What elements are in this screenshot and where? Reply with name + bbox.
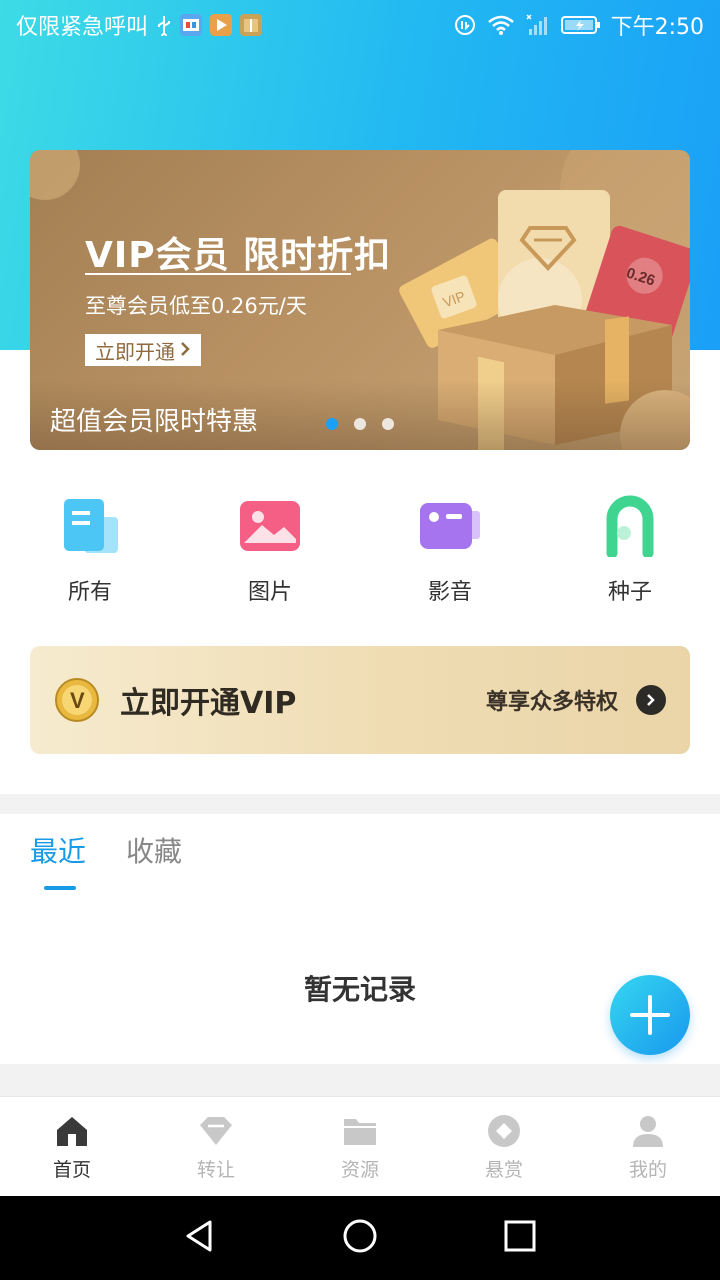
- tab-recent[interactable]: 最近: [30, 830, 86, 890]
- plus-icon: [630, 995, 670, 1035]
- banner-dot-2[interactable]: [354, 418, 366, 430]
- image-icon: [235, 490, 305, 560]
- banner-caption: 超值会员限时特惠: [50, 407, 259, 437]
- banner-underline: [85, 273, 351, 275]
- system-navigation-bar: [0, 1196, 720, 1280]
- category-all[interactable]: 所有: [0, 490, 180, 606]
- package-notification-icon: [240, 14, 263, 36]
- category-seeds[interactable]: 种子: [540, 490, 720, 606]
- category-media[interactable]: 影音: [360, 490, 540, 606]
- banner-decoration: [30, 150, 80, 200]
- category-all-label: 所有: [67, 580, 112, 605]
- banner-pagination: [326, 418, 394, 430]
- content-bottom-spacer: [0, 1064, 720, 1096]
- vip-badge-icon: V: [55, 678, 99, 722]
- chevron-right-icon: [179, 338, 191, 362]
- tab-favorites[interactable]: 收藏: [126, 830, 182, 890]
- status-time: 下午2:50: [610, 15, 704, 40]
- banner-open-button-label: 立即开通: [95, 339, 175, 364]
- reward-icon: [486, 1113, 522, 1149]
- carrier-text: 仅限紧急呼叫: [16, 15, 149, 40]
- back-icon[interactable]: [182, 1218, 218, 1258]
- category-media-label: 影音: [427, 580, 472, 605]
- nav-reward-label: 悬赏: [484, 1159, 523, 1181]
- home-circle-icon[interactable]: [342, 1218, 378, 1258]
- document-icon: [55, 490, 125, 560]
- nav-transfer[interactable]: 转让: [144, 1097, 288, 1196]
- banner-title: VIP会员 限时折扣: [85, 235, 392, 276]
- user-icon: [630, 1113, 666, 1149]
- category-images[interactable]: 图片: [180, 490, 360, 606]
- content-tabs: 最近 收藏: [30, 830, 182, 890]
- banner-open-button[interactable]: 立即开通: [85, 334, 201, 366]
- add-button[interactable]: [610, 975, 690, 1055]
- app-notification-icon: [180, 14, 203, 36]
- video-app-notification-icon: [210, 14, 233, 36]
- nav-home[interactable]: 首页: [0, 1097, 144, 1196]
- banner-dot-1[interactable]: [326, 418, 338, 430]
- category-images-label: 图片: [247, 580, 292, 605]
- seed-icon: [595, 490, 665, 560]
- nav-profile-label: 我的: [628, 1159, 667, 1181]
- battery-icon: [560, 14, 601, 36]
- chevron-right-icon[interactable]: [636, 685, 666, 715]
- usb-icon: [156, 14, 172, 36]
- nav-profile[interactable]: 我的: [576, 1097, 720, 1196]
- folder-icon: [342, 1113, 378, 1149]
- signal-icon: [525, 13, 551, 37]
- nav-reward[interactable]: 悬赏: [432, 1097, 576, 1196]
- nav-home-label: 首页: [52, 1159, 91, 1181]
- data-saver-icon: [453, 13, 477, 37]
- section-divider: [0, 794, 720, 814]
- bottom-navigation: 首页 转让 资源 悬赏 我的: [0, 1096, 720, 1196]
- banner-dot-3[interactable]: [382, 418, 394, 430]
- recents-square-icon[interactable]: [502, 1218, 538, 1258]
- home-icon: [54, 1113, 90, 1149]
- category-seeds-label: 种子: [607, 580, 652, 605]
- video-icon: [415, 490, 485, 560]
- nav-transfer-label: 转让: [196, 1159, 235, 1181]
- status-bar: 仅限紧急呼叫 下午2:50: [0, 0, 720, 50]
- vip-card-title: 立即开通VIP: [120, 686, 297, 721]
- wifi-icon: [487, 14, 515, 36]
- category-shortcuts: 所有 图片 影音 种子: [0, 490, 720, 606]
- vip-card-subtitle: 尊享众多特权: [485, 690, 618, 715]
- nav-resources[interactable]: 资源: [288, 1097, 432, 1196]
- nav-resources-label: 资源: [340, 1159, 379, 1181]
- vip-badge-letter: V: [70, 688, 85, 713]
- promo-banner[interactable]: VIP会员 限时折扣 至尊会员低至0.26元/天 立即开通 VIP 0.26 超…: [30, 150, 690, 450]
- banner-subtitle: 至尊会员低至0.26元/天: [85, 294, 307, 318]
- vip-promo-card[interactable]: V 立即开通VIP 尊享众多特权: [30, 646, 690, 754]
- diamond-icon: [198, 1113, 234, 1149]
